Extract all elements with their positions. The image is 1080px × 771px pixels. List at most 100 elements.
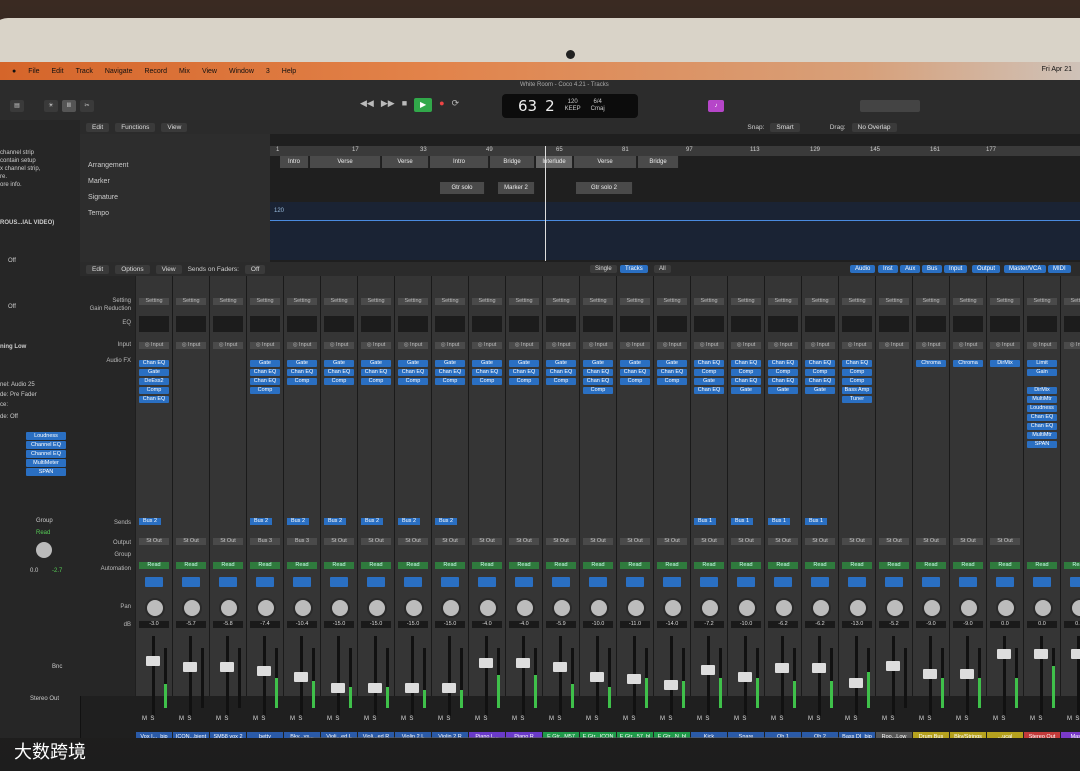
inspector-plugin[interactable]: MultiMeter — [26, 459, 66, 467]
mute-solo[interactable]: M S — [808, 716, 820, 722]
menu-navigate[interactable]: Navigate — [105, 68, 133, 75]
eq-thumbnail[interactable] — [916, 316, 946, 332]
eq-thumbnail[interactable] — [509, 316, 539, 332]
fader-cap[interactable] — [294, 672, 308, 683]
automation-mode[interactable]: Read — [1027, 562, 1057, 569]
send-slot[interactable]: Bus 2 — [250, 518, 272, 525]
automation-mode[interactable]: Read — [213, 562, 243, 569]
inspector-plugin[interactable]: Loudness — [26, 432, 66, 440]
fader-cap[interactable] — [1071, 649, 1080, 660]
eq-thumbnail[interactable] — [583, 316, 613, 332]
fader-cap[interactable] — [257, 665, 271, 676]
eq-thumbnail[interactable] — [435, 316, 465, 332]
eq-thumbnail[interactable] — [324, 316, 354, 332]
eq-thumbnail[interactable] — [213, 316, 243, 332]
audio-fx-slot[interactable]: DeEss2 — [139, 378, 169, 385]
automation-mode[interactable]: Read — [620, 562, 650, 569]
mute-solo[interactable]: M S — [660, 716, 672, 722]
filter-master-vca[interactable]: Master/VCA — [1004, 265, 1047, 273]
output-slot[interactable]: St Out — [731, 538, 761, 545]
pan-knob[interactable] — [1070, 598, 1080, 618]
eq-thumbnail[interactable] — [1064, 316, 1080, 332]
pan-knob[interactable] — [663, 598, 683, 618]
mute-solo[interactable]: M S — [216, 716, 228, 722]
volume-fader-track[interactable] — [522, 636, 525, 716]
fader-cap[interactable] — [886, 660, 900, 671]
automation-mode[interactable]: Read — [768, 562, 798, 569]
audio-fx-slot[interactable]: Chan EQ — [768, 378, 798, 385]
setting-button[interactable]: Setting — [657, 298, 687, 305]
output-slot[interactable]: St Out — [213, 538, 243, 545]
waveform-icon[interactable] — [1070, 577, 1080, 587]
setting-button[interactable]: Setting — [879, 298, 909, 305]
audio-fx-slot[interactable]: Gate — [287, 360, 317, 367]
waveform-icon[interactable] — [626, 577, 644, 587]
audio-fx-slot[interactable]: Comp — [139, 387, 169, 394]
fader-cap[interactable] — [479, 658, 493, 669]
mute-solo[interactable]: M S — [697, 716, 709, 722]
automation-mode[interactable]: Read — [287, 562, 317, 569]
audio-fx-slot[interactable]: Gate — [472, 360, 502, 367]
audio-fx-slot[interactable]: Comp — [694, 369, 724, 376]
automation-mode[interactable]: Read — [879, 562, 909, 569]
audio-fx-slot[interactable]: Limit — [1027, 360, 1057, 367]
channel-name[interactable]: Drum Bus — [913, 732, 949, 738]
rewind-icon[interactable]: ◀◀ — [360, 98, 374, 112]
eq-thumbnail[interactable] — [768, 316, 798, 332]
output-slot[interactable]: St Out — [361, 538, 391, 545]
automation-mode[interactable]: Read — [324, 562, 354, 569]
cycle-icon[interactable]: ⟳ — [452, 98, 460, 112]
mute-solo[interactable]: M S — [253, 716, 265, 722]
filter-bus[interactable]: Bus — [922, 265, 943, 273]
audio-fx-slot[interactable]: Comp — [583, 387, 613, 394]
audio-fx-slot[interactable]: Chan EQ — [250, 378, 280, 385]
output-slot[interactable]: St Out — [842, 538, 872, 545]
tracks-functions-menu[interactable]: Functions — [115, 122, 156, 132]
fader-cap[interactable] — [960, 669, 974, 680]
inspector-plugin[interactable]: Channel EQ — [26, 450, 66, 458]
audio-fx-slot[interactable]: Gate — [509, 360, 539, 367]
play-icon[interactable]: ▶ — [414, 98, 433, 112]
output-slot[interactable]: St Out — [583, 538, 613, 545]
waveform-icon[interactable] — [959, 577, 977, 587]
channel-name[interactable]: Vox I..._bip — [136, 732, 172, 738]
volume-fader-track[interactable] — [448, 636, 451, 716]
setting-button[interactable]: Setting — [176, 298, 206, 305]
waveform-icon[interactable] — [552, 577, 570, 587]
pan-knob[interactable] — [922, 598, 942, 618]
audio-fx-slot[interactable]: Gate — [139, 369, 169, 376]
setting-button[interactable]: Setting — [620, 298, 650, 305]
volume-fader-track[interactable] — [1040, 636, 1043, 716]
audio-fx-slot[interactable]: Chan EQ — [620, 369, 650, 376]
waveform-icon[interactable] — [737, 577, 755, 587]
filter-midi[interactable]: MIDI — [1048, 265, 1071, 273]
marker[interactable]: Marker 2 — [498, 182, 535, 194]
pan-knob[interactable] — [515, 598, 535, 618]
fader-cap[interactable] — [405, 682, 419, 693]
audio-fx-slot[interactable]: Chan EQ — [805, 378, 835, 385]
menu-help[interactable]: Help — [282, 68, 296, 75]
automation-mode[interactable]: Read — [805, 562, 835, 569]
pan-knob[interactable] — [404, 598, 424, 618]
menu-window[interactable]: Window — [229, 68, 254, 75]
audio-fx-slot[interactable]: Comp — [842, 378, 872, 385]
pan-knob[interactable] — [589, 598, 609, 618]
audio-fx-slot[interactable]: Gate — [250, 360, 280, 367]
audio-fx-slot[interactable]: Gate — [620, 360, 650, 367]
audio-fx-slot[interactable]: DirMix — [990, 360, 1020, 367]
mute-solo[interactable]: M S — [179, 716, 191, 722]
audio-fx-slot[interactable]: Gate — [805, 387, 835, 394]
arrangement-marker[interactable]: Bridge — [638, 156, 679, 168]
arrangement-marker[interactable]: Verse — [310, 156, 381, 168]
volume-fader-track[interactable] — [1003, 636, 1006, 716]
global-track-signature[interactable]: Signature — [88, 194, 118, 201]
setting-button[interactable]: Setting — [953, 298, 983, 305]
eq-thumbnail[interactable] — [953, 316, 983, 332]
menu-view[interactable]: View — [202, 68, 217, 75]
input-slot[interactable]: ◎ Input — [287, 342, 317, 349]
automation-mode[interactable]: Read — [139, 562, 169, 569]
setting-button[interactable]: Setting — [139, 298, 169, 305]
mute-solo[interactable]: M S — [290, 716, 302, 722]
inspector-pan-knob[interactable] — [36, 542, 52, 558]
menu-record[interactable]: Record — [144, 68, 167, 75]
